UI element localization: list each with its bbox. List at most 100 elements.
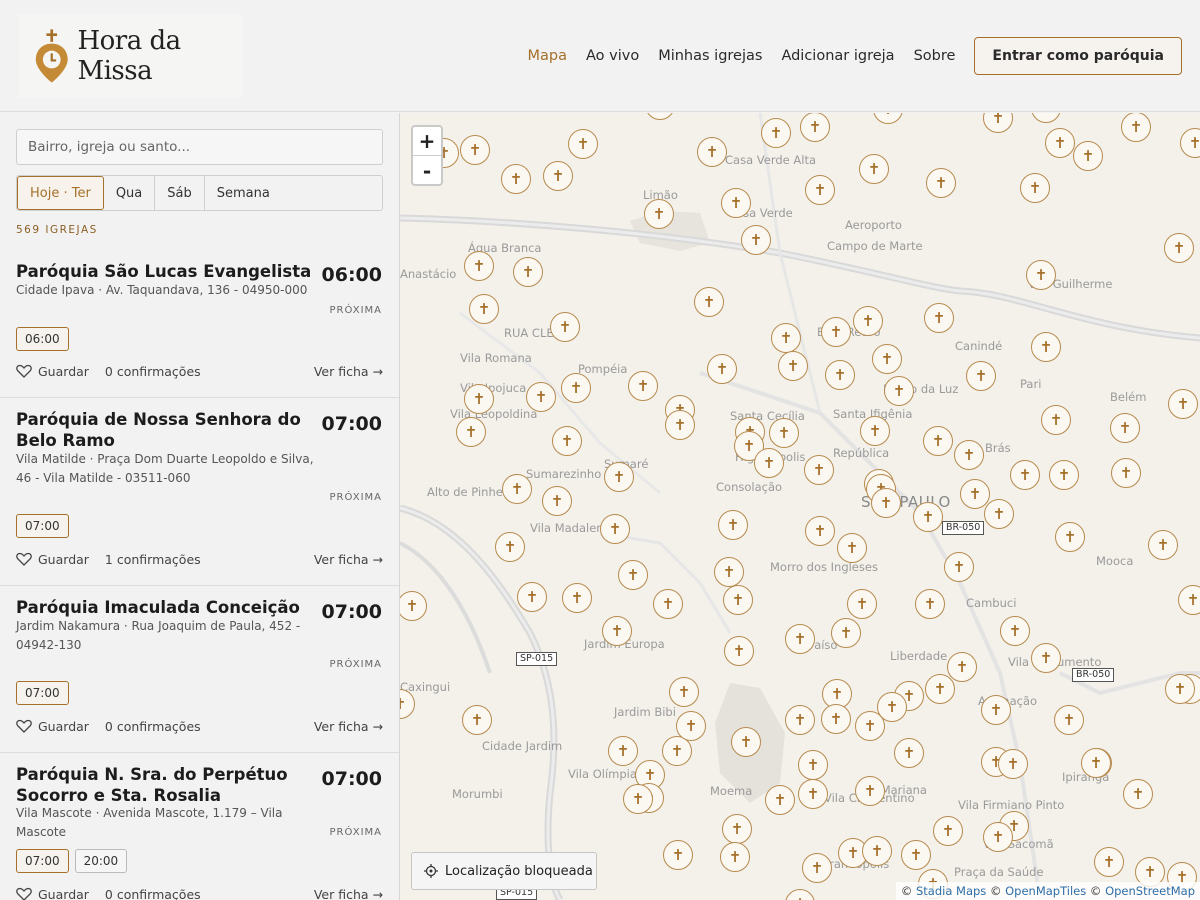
attribution-osm-link[interactable]: OpenStreetMap xyxy=(1105,884,1195,898)
church-pin-icon[interactable]: ✝ xyxy=(644,199,674,229)
church-pin-icon[interactable]: ✝ xyxy=(731,727,761,757)
church-pin-icon[interactable]: ✝ xyxy=(860,416,890,446)
church-pin-icon[interactable]: ✝ xyxy=(1081,748,1111,778)
church-pin-icon[interactable]: ✝ xyxy=(724,636,754,666)
church-pin-icon[interactable]: ✝ xyxy=(785,705,815,735)
church-pin-icon[interactable]: ✝ xyxy=(944,552,974,582)
attribution-omt-link[interactable]: OpenMapTiles xyxy=(1005,884,1086,898)
church-pin-icon[interactable]: ✝ xyxy=(1123,779,1153,809)
save-button[interactable]: Guardar xyxy=(38,364,89,379)
heart-icon[interactable] xyxy=(16,719,32,733)
church-pin-icon[interactable]: ✝ xyxy=(1148,530,1178,560)
church-pin-icon[interactable]: ✝ xyxy=(469,294,499,324)
mass-time-chip[interactable]: 20:00 xyxy=(74,849,128,873)
church-pin-icon[interactable]: ✝ xyxy=(665,410,695,440)
zoom-out-button[interactable]: - xyxy=(413,156,441,185)
church-pin-icon[interactable]: ✝ xyxy=(718,510,748,540)
church-pin-icon[interactable]: ✝ xyxy=(561,373,591,403)
church-pin-icon[interactable]: ✝ xyxy=(694,287,724,317)
church-pin-icon[interactable]: ✝ xyxy=(853,306,883,336)
church-pin-icon[interactable]: ✝ xyxy=(697,137,727,167)
church-pin-icon[interactable]: ✝ xyxy=(618,560,648,590)
church-pin-icon[interactable]: ✝ xyxy=(495,532,525,562)
church-pin-icon[interactable]: ✝ xyxy=(1020,173,1050,203)
view-details-link[interactable]: Ver ficha → xyxy=(314,887,383,900)
church-pin-icon[interactable]: ✝ xyxy=(517,582,547,612)
church-pin-icon[interactable]: ✝ xyxy=(831,618,861,648)
church-pin-icon[interactable]: ✝ xyxy=(604,462,634,492)
mass-time-chip[interactable]: 07:00 xyxy=(16,514,69,538)
search-input[interactable] xyxy=(16,129,383,165)
church-pin-icon[interactable]: ✝ xyxy=(707,354,737,384)
nav-map[interactable]: Mapa xyxy=(527,48,567,64)
church-pin-icon[interactable]: ✝ xyxy=(798,750,828,780)
heart-icon[interactable] xyxy=(16,552,32,566)
list-item[interactable]: Paróquia N. Sra. do Perpétuo Socorro e S… xyxy=(0,753,399,900)
church-pin-icon[interactable]: ✝ xyxy=(765,785,795,815)
view-details-link[interactable]: Ver ficha → xyxy=(314,364,383,379)
church-pin-icon[interactable]: ✝ xyxy=(847,589,877,619)
church-pin-icon[interactable]: ✝ xyxy=(859,154,889,184)
save-button[interactable]: Guardar xyxy=(38,552,89,567)
church-pin-icon[interactable]: ✝ xyxy=(676,711,706,741)
church-pin-icon[interactable]: ✝ xyxy=(821,704,851,734)
church-pin-icon[interactable]: ✝ xyxy=(925,674,955,704)
church-pin-icon[interactable]: ✝ xyxy=(1073,141,1103,171)
church-pin-icon[interactable]: ✝ xyxy=(954,440,984,470)
church-pin-icon[interactable]: ✝ xyxy=(894,738,924,768)
church-pin-icon[interactable]: ✝ xyxy=(800,113,830,142)
church-pin-icon[interactable]: ✝ xyxy=(769,418,799,448)
church-pin-icon[interactable]: ✝ xyxy=(723,585,753,615)
church-pin-icon[interactable]: ✝ xyxy=(542,486,572,516)
church-pin-icon[interactable]: ✝ xyxy=(805,175,835,205)
church-pin-icon[interactable]: ✝ xyxy=(947,652,977,682)
church-pin-icon[interactable]: ✝ xyxy=(926,168,956,198)
church-pin-icon[interactable]: ✝ xyxy=(884,376,914,406)
mass-time-chip[interactable]: 07:00 xyxy=(16,681,69,705)
church-pin-icon[interactable]: ✝ xyxy=(981,695,1011,725)
church-pin-icon[interactable]: ✝ xyxy=(1031,643,1061,673)
mass-time-chip[interactable]: 07:00 xyxy=(16,849,69,873)
church-pin-icon[interactable]: ✝ xyxy=(877,692,907,722)
nav-live[interactable]: Ao vivo xyxy=(586,48,639,64)
church-pin-icon[interactable]: ✝ xyxy=(1049,460,1079,490)
church-pin-icon[interactable]: ✝ xyxy=(984,499,1014,529)
mass-time-chip[interactable]: 06:00 xyxy=(16,327,69,351)
view-details-link[interactable]: Ver ficha → xyxy=(314,719,383,734)
church-pin-icon[interactable]: ✝ xyxy=(501,164,531,194)
church-pin-icon[interactable]: ✝ xyxy=(754,448,784,478)
church-pin-icon[interactable]: ✝ xyxy=(568,129,598,159)
church-pin-icon[interactable]: ✝ xyxy=(722,814,752,844)
church-pin-icon[interactable]: ✝ xyxy=(933,816,963,846)
church-pin-icon[interactable]: ✝ xyxy=(1055,522,1085,552)
church-pin-icon[interactable]: ✝ xyxy=(1111,458,1141,488)
church-pin-icon[interactable]: ✝ xyxy=(462,705,492,735)
church-pin-icon[interactable]: ✝ xyxy=(714,557,744,587)
attribution-stadia-link[interactable]: Stadia Maps xyxy=(916,884,986,898)
church-pin-icon[interactable]: ✝ xyxy=(1045,128,1075,158)
tab-week[interactable]: Semana xyxy=(205,176,282,210)
nav-about[interactable]: Sobre xyxy=(914,48,956,64)
church-pin-icon[interactable]: ✝ xyxy=(562,583,592,613)
church-pin-icon[interactable]: ✝ xyxy=(785,624,815,654)
church-pin-icon[interactable]: ✝ xyxy=(456,417,486,447)
church-pin-icon[interactable]: ✝ xyxy=(825,360,855,390)
church-pin-icon[interactable]: ✝ xyxy=(771,323,801,353)
church-pin-icon[interactable]: ✝ xyxy=(1010,460,1040,490)
church-pin-icon[interactable]: ✝ xyxy=(804,455,834,485)
church-pin-icon[interactable]: ✝ xyxy=(669,677,699,707)
church-pin-icon[interactable]: ✝ xyxy=(600,514,630,544)
church-pin-icon[interactable]: ✝ xyxy=(1041,405,1071,435)
tab-sat[interactable]: Sáb xyxy=(155,176,205,210)
church-pin-icon[interactable]: ✝ xyxy=(502,474,532,504)
logo[interactable]: Hora da Missa xyxy=(18,14,242,98)
church-pin-icon[interactable]: ✝ xyxy=(960,479,990,509)
locate-button[interactable]: Localização bloqueada xyxy=(411,852,597,890)
church-pin-icon[interactable]: ✝ xyxy=(871,488,901,518)
church-pin-icon[interactable]: ✝ xyxy=(464,251,494,281)
church-pin-icon[interactable]: ✝ xyxy=(1168,389,1198,419)
save-button[interactable]: Guardar xyxy=(38,887,89,900)
nav-my-churches[interactable]: Minhas igrejas xyxy=(658,48,762,64)
church-pin-icon[interactable]: ✝ xyxy=(798,779,828,809)
login-parish-button[interactable]: Entrar como paróquia xyxy=(974,37,1182,75)
